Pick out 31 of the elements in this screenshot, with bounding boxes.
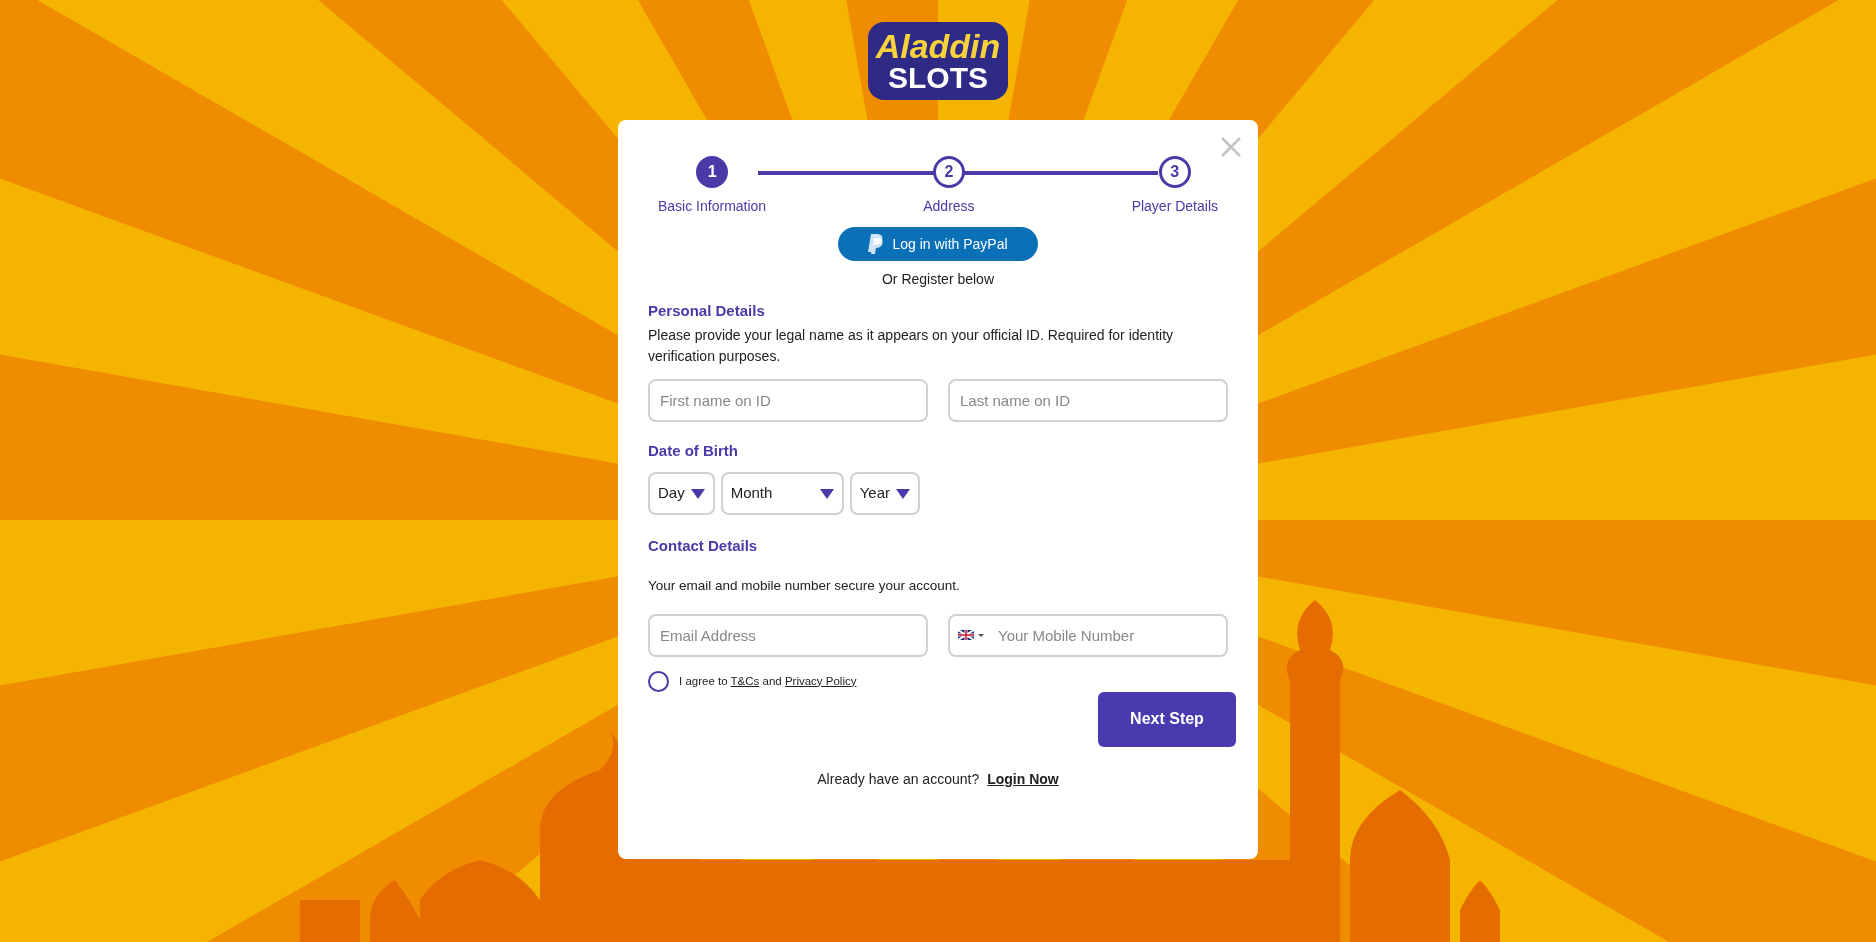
caret-icon xyxy=(896,488,910,499)
date-select[interactable]: Day xyxy=(648,472,715,515)
section-heading: Date of Birth xyxy=(648,440,739,461)
agreement-link[interactable]: Privacy Policy xyxy=(784,674,857,687)
step-label: Player Details xyxy=(1131,197,1218,216)
step-label: Basic Information xyxy=(658,197,767,216)
register-note: Or Register below xyxy=(881,270,994,289)
step-label: Address xyxy=(923,197,975,216)
email-field[interactable]: Email Address xyxy=(648,613,928,657)
date-select[interactable]: Month xyxy=(720,472,844,515)
agreement-link[interactable]: T&Cs xyxy=(730,674,760,687)
section-heading: Contact Details xyxy=(648,536,759,556)
paypal-button[interactable]: Log in with PayPal xyxy=(838,227,1038,261)
date-select[interactable]: Year xyxy=(849,472,920,515)
flag-icon xyxy=(958,629,984,640)
logo-text: Aladdin xyxy=(875,29,1001,63)
caret-icon xyxy=(690,488,705,499)
login-link[interactable]: Login Now xyxy=(987,768,1059,790)
section-description: Your email and mobile number secure your account. xyxy=(648,576,961,595)
agree-checkbox[interactable] xyxy=(648,670,669,692)
text-field[interactable]: Last name on ID xyxy=(948,378,1228,422)
paypal-icon xyxy=(868,234,885,254)
section-description: Please provide your legal name as it appears on your official ID. Required for identity verification purposes. xyxy=(648,325,1175,366)
agreement-text: I agree to T&Cs and Privacy Policy xyxy=(679,673,857,689)
mobile-field[interactable]: Your Mobile Number xyxy=(948,613,1228,657)
section-heading: Personal Details xyxy=(648,301,766,321)
next-step-button[interactable]: Next Step xyxy=(1098,691,1236,747)
login-prompt: Already have an account? xyxy=(817,769,980,789)
caret-icon xyxy=(819,488,834,499)
close-icon xyxy=(1220,136,1242,158)
text-field[interactable]: First name on ID xyxy=(648,378,928,422)
